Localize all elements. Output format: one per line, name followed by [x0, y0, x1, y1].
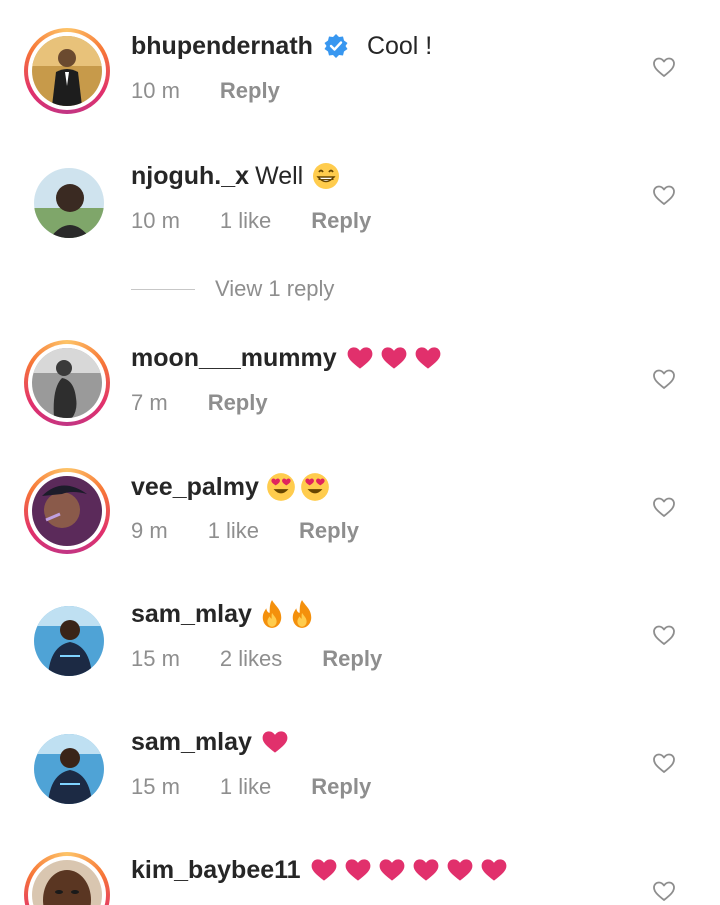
- avatar[interactable]: [24, 158, 110, 244]
- like-heart-icon[interactable]: [652, 623, 676, 647]
- heart-emoji-icon: [481, 859, 506, 881]
- comment-item: sam_mlay 15 m 2 likes Reply: [0, 596, 720, 706]
- comment-time: 9 m: [131, 518, 168, 543]
- like-heart-icon[interactable]: [652, 495, 676, 519]
- avatar[interactable]: [24, 596, 110, 682]
- username[interactable]: kim_baybee11: [131, 855, 301, 885]
- heart-emoji-icon: [379, 859, 404, 881]
- username[interactable]: moon___mummy: [131, 343, 337, 373]
- fire-emoji-icon: [292, 600, 312, 628]
- comment-item: kim_baybee11: [0, 852, 720, 905]
- like-heart-icon[interactable]: [652, 879, 676, 903]
- comment-time: 10 m: [131, 208, 180, 233]
- reply-button[interactable]: Reply: [220, 78, 280, 104]
- comment-time: 15 m: [131, 774, 180, 799]
- heart-eyes-emoji-icon: [267, 473, 295, 501]
- grin-emoji-icon: [311, 161, 341, 191]
- verified-badge-icon: [323, 33, 349, 59]
- username[interactable]: sam_mlay: [131, 727, 252, 757]
- heart-emoji-icon: [381, 347, 407, 369]
- comment-item: njoguh._x Well 10 m 1 like Reply: [0, 158, 720, 268]
- avatar[interactable]: [24, 340, 110, 426]
- avatar[interactable]: [24, 468, 110, 554]
- comment-text: Cool !: [366, 32, 433, 60]
- heart-emoji-icon: [262, 731, 288, 753]
- heart-emoji-icon: [347, 347, 373, 369]
- reply-button[interactable]: Reply: [311, 208, 371, 234]
- username[interactable]: vee_palmy: [131, 472, 259, 502]
- heart-emoji-icon: [447, 859, 472, 881]
- view-replies-label: View 1 reply: [215, 276, 335, 301]
- fire-emoji-icon: [262, 600, 282, 628]
- comment-item: moon___mummy 7 m Reply: [0, 340, 720, 450]
- reply-button[interactable]: Reply: [322, 646, 382, 672]
- like-heart-icon[interactable]: [652, 55, 676, 79]
- view-replies-button[interactable]: View 1 reply: [131, 274, 334, 304]
- like-count[interactable]: 2 likes: [220, 646, 282, 672]
- like-heart-icon[interactable]: [652, 367, 676, 391]
- comment-item: sam_mlay 15 m 1 like Reply: [0, 724, 720, 834]
- like-heart-icon[interactable]: [652, 751, 676, 775]
- username[interactable]: sam_mlay: [131, 599, 252, 629]
- reply-button[interactable]: Reply: [299, 518, 359, 544]
- heart-emoji-icon: [345, 859, 370, 881]
- heart-emoji-icon: [415, 347, 441, 369]
- reply-button[interactable]: Reply: [311, 774, 371, 800]
- avatar[interactable]: [24, 28, 110, 114]
- replies-divider: [131, 288, 195, 290]
- avatar[interactable]: [24, 852, 110, 905]
- username[interactable]: bhupendernath: [131, 31, 313, 61]
- username[interactable]: njoguh._x: [131, 161, 249, 191]
- comment-text: Well: [255, 162, 304, 190]
- heart-emoji-icon: [311, 859, 336, 881]
- like-count[interactable]: 1 like: [208, 518, 259, 544]
- reply-button[interactable]: Reply: [208, 390, 268, 416]
- heart-emoji-icon: [413, 859, 438, 881]
- like-count[interactable]: 1 like: [220, 208, 271, 234]
- comment-time: 7 m: [131, 390, 168, 415]
- like-heart-icon[interactable]: [652, 183, 676, 207]
- comment-time: 15 m: [131, 646, 180, 671]
- heart-eyes-emoji-icon: [301, 473, 329, 501]
- like-count[interactable]: 1 like: [220, 774, 271, 800]
- comment-item: bhupendernath Cool ! 10 m Reply: [0, 28, 720, 138]
- comment-time: 10 m: [131, 78, 180, 103]
- comment-item: vee_palmy 9 m 1 like Reply: [0, 468, 720, 578]
- avatar[interactable]: [24, 724, 110, 810]
